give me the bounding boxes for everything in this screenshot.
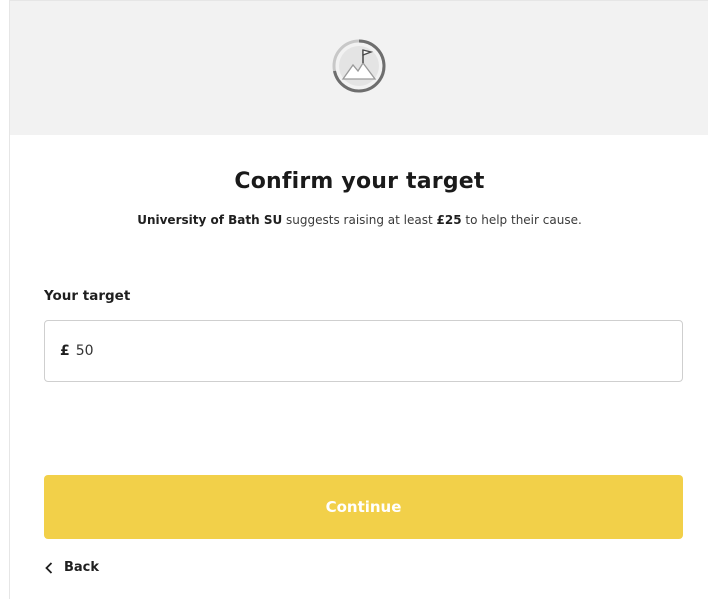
- mountain-flag-progress-icon: [332, 39, 386, 93]
- currency-symbol: £: [60, 343, 70, 359]
- subtitle-text-2: to help their cause.: [461, 213, 582, 227]
- page-subtitle: University of Bath SU suggests raising a…: [10, 213, 708, 227]
- page-title: Confirm your target: [234, 169, 485, 194]
- back-link[interactable]: Back: [44, 560, 99, 575]
- suggested-amount: £25: [436, 213, 462, 227]
- back-label: Back: [64, 560, 100, 575]
- target-amount-input[interactable]: [75, 343, 656, 359]
- chevron-left-icon: [44, 561, 54, 574]
- target-field[interactable]: £: [44, 320, 683, 382]
- subtitle-text-1: suggests raising at least: [282, 213, 437, 227]
- continue-button[interactable]: Continue: [44, 475, 683, 539]
- org-name: University of Bath SU: [137, 213, 283, 227]
- target-card: Confirm your target University of Bath S…: [9, 0, 708, 599]
- header-band: [10, 1, 708, 135]
- target-label: Your target: [44, 288, 131, 304]
